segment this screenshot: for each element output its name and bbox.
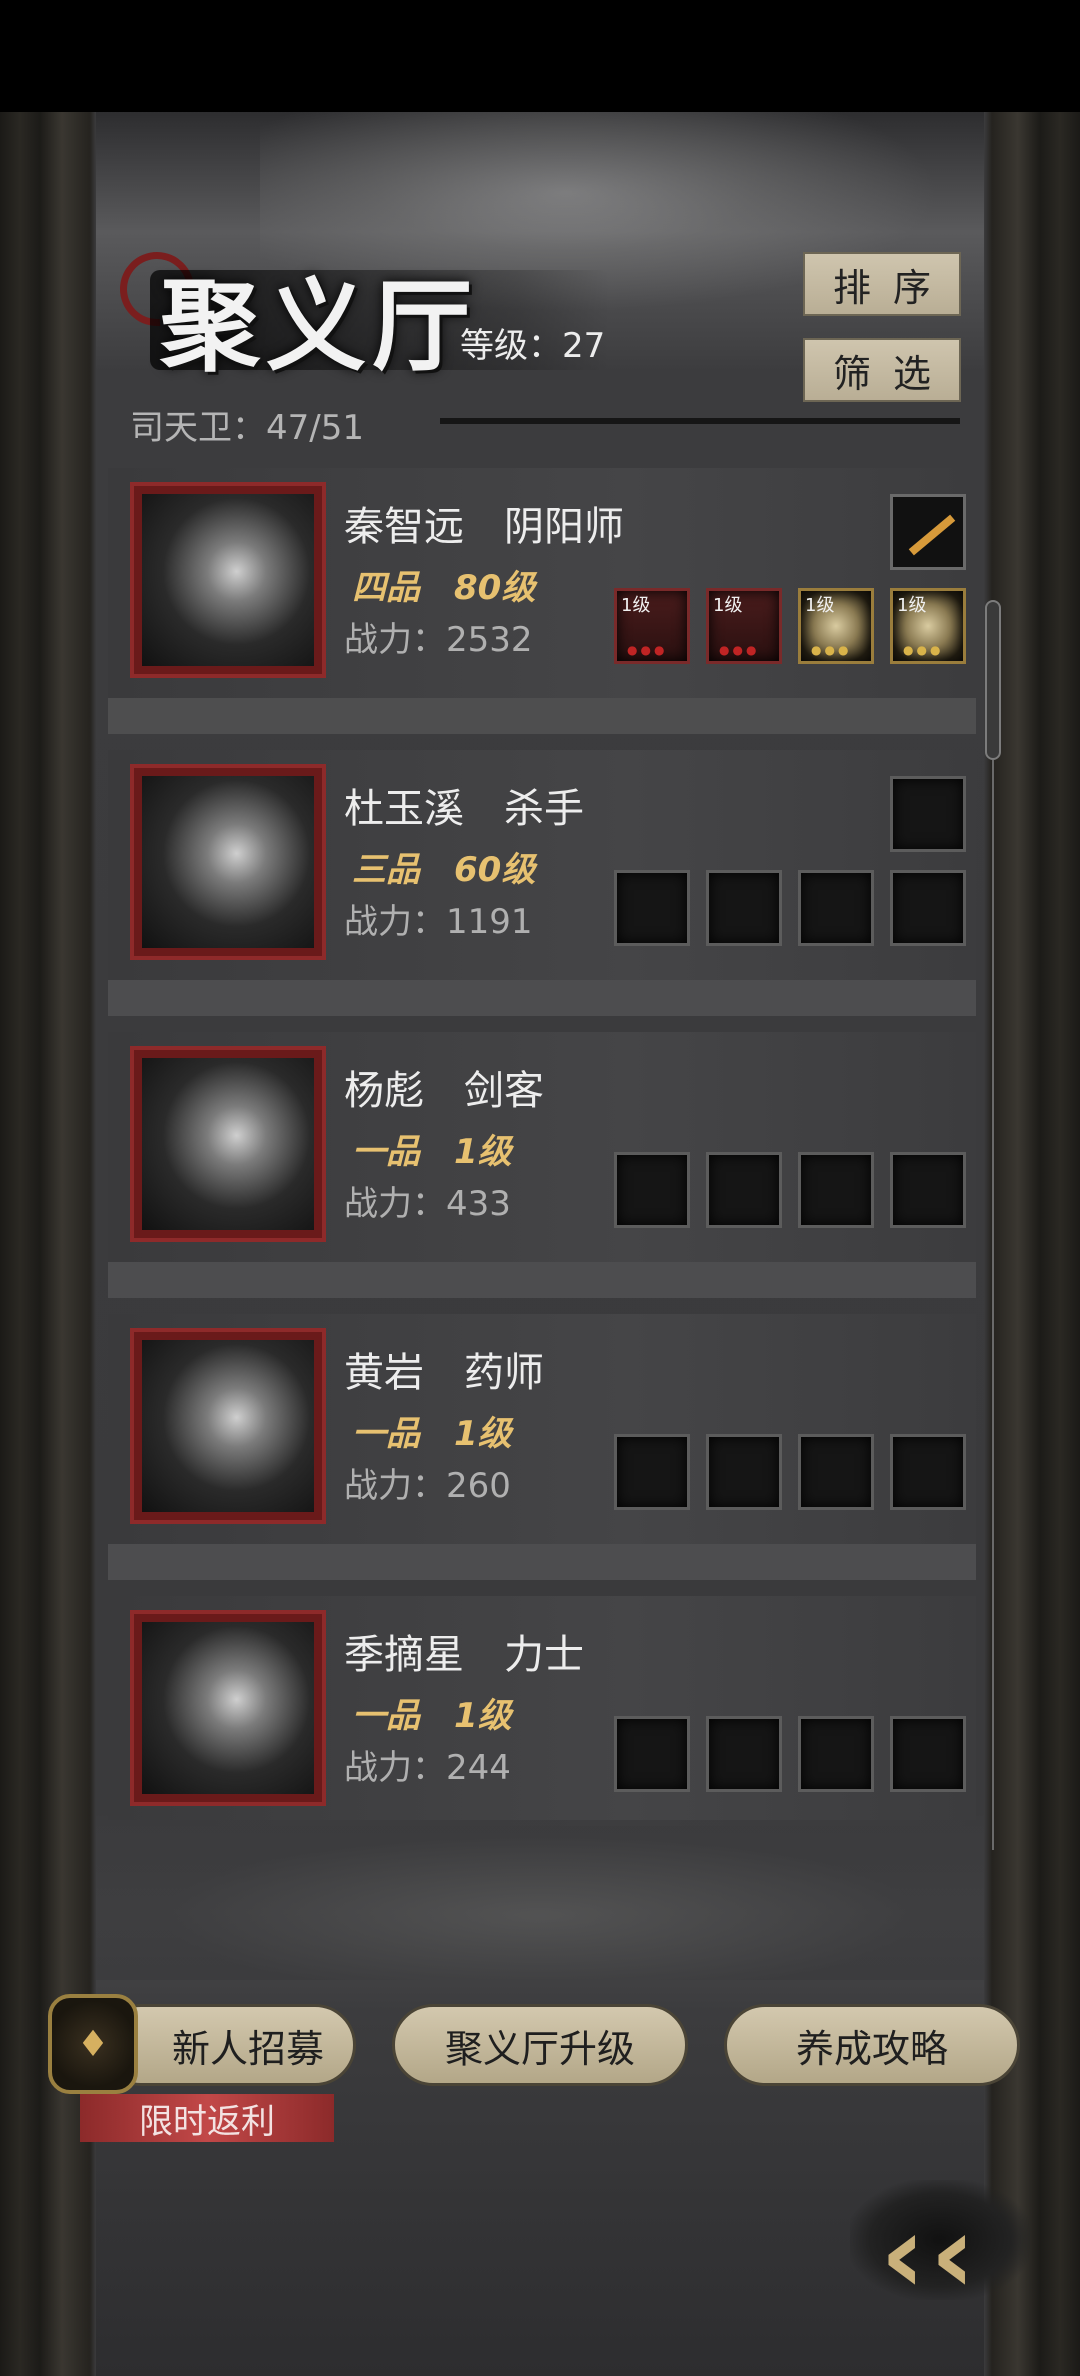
equipment-slot[interactable]: 1级 ●●● <box>614 588 690 664</box>
hero-name: 秦智远 阴阳师 <box>344 504 624 550</box>
hero-card[interactable]: 杜玉溪 杀手 三品 60级 战力：1191 <box>108 750 976 980</box>
hero-portrait <box>130 1046 326 1242</box>
hero-card[interactable]: 杨彪 剑客 一品 1级 战力：433 <box>108 1032 976 1262</box>
card-divider <box>108 1544 976 1580</box>
hero-name: 杜玉溪 杀手 <box>344 786 584 832</box>
equipment-slot[interactable] <box>614 1152 690 1228</box>
equipment-slot[interactable] <box>706 1152 782 1228</box>
page-title: 聚义厅 <box>160 267 478 385</box>
hero-power: 战力：2532 <box>344 620 533 660</box>
equipment-slot[interactable] <box>798 1152 874 1228</box>
scroll-track <box>992 760 994 1850</box>
equipment-slot[interactable] <box>614 1434 690 1510</box>
equipment-slot[interactable]: 1级 ●●● <box>890 588 966 664</box>
equipment-slot[interactable]: 1级 ●●● <box>706 588 782 664</box>
equipment-slot[interactable] <box>890 1152 966 1228</box>
sort-button[interactable]: 排序 <box>803 252 961 316</box>
equipment-slot[interactable] <box>614 1716 690 1792</box>
hero-power: 战力：1191 <box>344 902 533 942</box>
hero-portrait <box>130 764 326 960</box>
hall-upgrade-button[interactable]: 聚义厅升级 <box>392 2004 688 2086</box>
equipment-slot[interactable] <box>890 1434 966 1510</box>
hero-grade: 三品 60级 <box>352 850 536 890</box>
hero-portrait <box>130 1328 326 1524</box>
hero-grade: 一品 1级 <box>352 1696 512 1736</box>
header-divider <box>440 418 960 424</box>
filter-button[interactable]: 筛选 <box>803 338 961 402</box>
equipment-slot[interactable] <box>798 870 874 946</box>
equipment-slot[interactable] <box>890 870 966 946</box>
equipment-slot[interactable] <box>706 870 782 946</box>
mountain-mist-decoration <box>96 1820 984 1980</box>
slot-level: 1级 <box>897 595 927 616</box>
equipment-slot[interactable]: 1级 ●●● <box>798 588 874 664</box>
back-arrow-icon[interactable]: ‹ ‹ <box>850 2160 1030 2320</box>
hero-power: 战力：433 <box>344 1184 511 1224</box>
hero-grade: 一品 1级 <box>352 1414 512 1454</box>
weapon-icon[interactable] <box>890 494 966 570</box>
card-divider <box>108 1262 976 1298</box>
hero-name: 杨彪 剑客 <box>344 1068 544 1114</box>
equipment-slot[interactable] <box>890 1716 966 1792</box>
equipment-slot[interactable] <box>706 1716 782 1792</box>
slot-level: 1级 <box>713 595 743 616</box>
guard-count: 司天卫：47/51 <box>130 408 364 448</box>
equipment-slot[interactable] <box>614 870 690 946</box>
hero-power: 战力：244 <box>344 1748 511 1788</box>
hero-grade: 一品 1级 <box>352 1132 512 1172</box>
slot-level: 1级 <box>805 595 835 616</box>
hero-portrait <box>130 482 326 678</box>
weapon-slot[interactable] <box>890 776 966 852</box>
recruit-badge-icon[interactable]: ♦ <box>48 1994 138 2094</box>
card-divider <box>108 980 976 1016</box>
hero-card[interactable]: 季摘星 力士 一品 1级 战力：244 <box>108 1596 976 1826</box>
status-bar <box>0 0 1080 112</box>
hero-portrait <box>130 1610 326 1806</box>
recruit-button[interactable]: 新人招募 <box>100 2004 356 2086</box>
equipment-slot[interactable] <box>706 1434 782 1510</box>
hero-grade: 四品 80级 <box>352 568 536 608</box>
equipment-slot[interactable] <box>798 1434 874 1510</box>
limited-rebate-ribbon[interactable]: 限时返利 <box>80 2094 334 2142</box>
card-divider <box>108 698 976 734</box>
hero-card[interactable]: 黄岩 药师 一品 1级 战力：260 <box>108 1314 976 1544</box>
hero-card[interactable]: 秦智远 阴阳师 四品 80级 战力：2532 1级 ●●● 1级 ●●● 1级 ●●●… <box>108 468 976 698</box>
equipment-slot[interactable] <box>798 1716 874 1792</box>
scrollbar-thumb[interactable] <box>985 600 1001 760</box>
hero-power: 战力：260 <box>344 1466 511 1506</box>
slot-level: 1级 <box>621 595 651 616</box>
hero-name: 季摘星 力士 <box>344 1632 584 1678</box>
training-guide-button[interactable]: 养成攻略 <box>724 2004 1020 2086</box>
hall-level: 等级：27 <box>460 326 606 366</box>
hero-name: 黄岩 药师 <box>344 1350 544 1396</box>
